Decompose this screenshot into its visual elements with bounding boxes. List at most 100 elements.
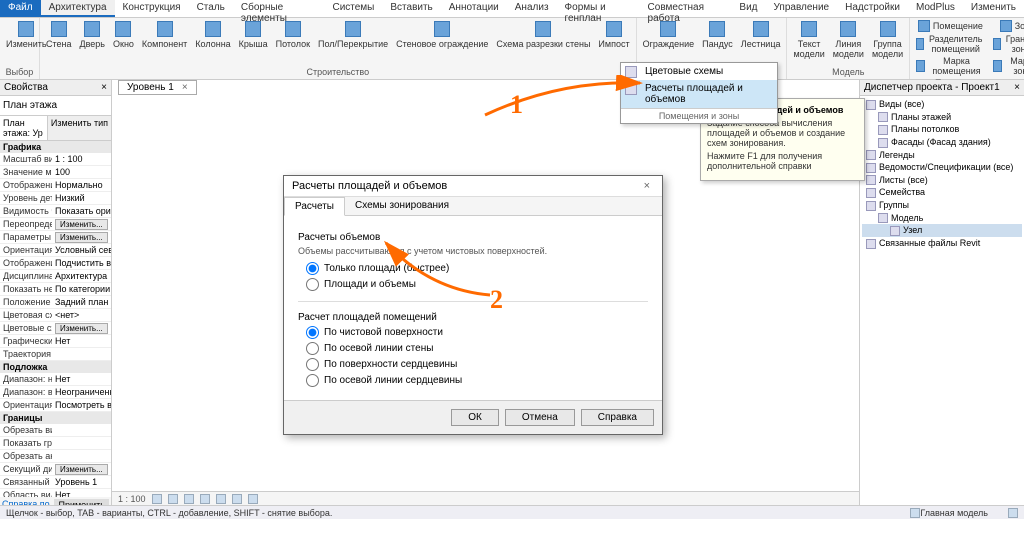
prop-value[interactable]: Условный север xyxy=(52,244,111,256)
prop-row[interactable]: Цветовая схе...<нет> xyxy=(0,309,111,322)
filter-icon[interactable] xyxy=(1008,508,1018,518)
build-btn-4[interactable]: Колонна xyxy=(191,19,234,51)
prop-row[interactable]: Показать гра... xyxy=(0,437,111,450)
tree-item[interactable]: Легенды xyxy=(862,149,1022,162)
instance-selector[interactable]: План этажа: Ур xyxy=(0,116,47,140)
type-selector[interactable]: План этажа xyxy=(0,96,111,116)
prop-row[interactable]: Положение ц...Задний план xyxy=(0,296,111,309)
prop-value[interactable]: Изменить... xyxy=(52,463,111,475)
prop-row[interactable]: Отображени...Нормально xyxy=(0,179,111,192)
prop-row[interactable]: ДисциплинаАрхитектура xyxy=(0,270,111,283)
tab-systems[interactable]: Системы xyxy=(324,0,382,17)
tab-collab[interactable]: Совместная работа xyxy=(640,0,732,17)
edit-type-button[interactable]: Изменить тип xyxy=(47,116,111,140)
prop-value[interactable]: Нет xyxy=(52,489,111,497)
tab-massing[interactable]: Формы и генплан xyxy=(557,0,640,17)
prop-row[interactable]: Масштаб вида1 : 100 xyxy=(0,153,111,166)
prop-row[interactable]: Диапазон: ни...Нет xyxy=(0,373,111,386)
prop-row[interactable]: Цветовые схе...Изменить... xyxy=(0,322,111,335)
tree-item[interactable]: Планы потолков xyxy=(862,123,1022,136)
file-tab[interactable]: Файл xyxy=(0,0,41,17)
model-btn-0[interactable]: Текст модели xyxy=(789,19,828,61)
prop-row[interactable]: Траектория с... xyxy=(0,348,111,361)
detail-level-icon[interactable] xyxy=(152,494,162,504)
prop-value[interactable]: Низкий xyxy=(52,192,111,204)
prop-value[interactable]: 1 : 100 xyxy=(52,153,111,165)
prop-row[interactable]: Связанный у...Уровень 1 xyxy=(0,476,111,489)
dlg-tab-schemes[interactable]: Схемы зонирования xyxy=(345,197,459,215)
tab-manage[interactable]: Управление xyxy=(766,0,838,17)
prop-value[interactable] xyxy=(52,450,111,462)
radio-areas-only[interactable]: Только площади (быстрее) xyxy=(306,262,648,275)
prop-row[interactable]: Секущий диа...Изменить... xyxy=(0,463,111,476)
radio-finish[interactable]: По чистовой поверхности xyxy=(306,326,648,339)
dd-area-volume-calc[interactable]: Расчеты площадей и объемов xyxy=(621,80,777,108)
prop-row[interactable]: Показать нев...По категории xyxy=(0,283,111,296)
prop-row[interactable]: Обрезать анн... xyxy=(0,450,111,463)
tab-precast[interactable]: Сборные элементы xyxy=(233,0,325,17)
room-btn-r-2[interactable]: Марка зоны xyxy=(989,55,1024,77)
tree-item[interactable]: Связанные файлы Revit xyxy=(862,237,1022,250)
build-btn-7[interactable]: Пол/Перекрытие xyxy=(314,19,392,51)
prop-value[interactable]: Нормально xyxy=(52,179,111,191)
close-view-icon[interactable]: × xyxy=(182,82,188,93)
tree-item[interactable]: Узел xyxy=(862,224,1022,237)
tree-item[interactable]: Группы xyxy=(862,199,1022,212)
prop-value[interactable]: Подчистить вс... xyxy=(52,257,111,269)
tree-item[interactable]: Ведомости/Спецификации (все) xyxy=(862,161,1022,174)
room-btn-l-1[interactable]: Разделитель помещений xyxy=(912,33,988,55)
tab-architecture[interactable]: Архитектура xyxy=(41,0,115,17)
prop-row[interactable]: Переопредел...Изменить... xyxy=(0,218,111,231)
build-btn-5[interactable]: Крыша xyxy=(235,19,272,51)
tree-item[interactable]: Листы (все) xyxy=(862,174,1022,187)
build-btn-9[interactable]: Схема разрезки стены xyxy=(492,19,594,51)
circ-btn-1[interactable]: Пандус xyxy=(698,19,737,51)
build-btn-1[interactable]: Дверь xyxy=(76,19,109,51)
tab-view[interactable]: Вид xyxy=(731,0,765,17)
ok-button[interactable]: ОК xyxy=(451,409,499,426)
prop-value[interactable]: Задний план xyxy=(52,296,111,308)
prop-row[interactable]: Область види...Нет xyxy=(0,489,111,497)
tab-insert[interactable]: Вставить xyxy=(382,0,440,17)
prop-row[interactable]: Графический...Нет xyxy=(0,335,111,348)
prop-value[interactable]: Показать ориг… xyxy=(52,205,111,217)
scale-display[interactable]: 1 : 100 xyxy=(118,494,146,504)
tab-steel[interactable]: Сталь xyxy=(189,0,233,17)
tab-modify[interactable]: Изменить xyxy=(963,0,1024,17)
tab-modplus[interactable]: ModPlus xyxy=(908,0,963,17)
tab-addins[interactable]: Надстройки xyxy=(837,0,908,17)
prop-row[interactable]: Отображени...Подчистить вс... xyxy=(0,257,111,270)
prop-value[interactable]: Уровень 1 xyxy=(52,476,111,488)
visual-style-icon[interactable] xyxy=(168,494,178,504)
dlg-tab-calc[interactable]: Расчеты xyxy=(284,197,345,216)
tab-analyze[interactable]: Анализ xyxy=(507,0,557,17)
prop-row[interactable]: Параметры о...Изменить... xyxy=(0,231,111,244)
room-btn-r-1[interactable]: Граница зон… xyxy=(989,33,1024,55)
apply-button[interactable]: Применить xyxy=(54,499,109,505)
prop-value[interactable]: 100 xyxy=(52,166,111,178)
close-icon[interactable]: × xyxy=(101,82,107,93)
dialog-close-button[interactable]: × xyxy=(640,180,654,192)
model-btn-2[interactable]: Группа модели xyxy=(868,19,907,61)
build-btn-8[interactable]: Стеновое ограждение xyxy=(392,19,492,51)
properties-help-link[interactable]: Справка по свойствам xyxy=(2,499,54,505)
tree-item[interactable]: Семейства xyxy=(862,186,1022,199)
room-btn-l-0[interactable]: Помещение xyxy=(912,19,988,33)
prop-row[interactable]: Обрезать вид xyxy=(0,424,111,437)
prop-value[interactable]: По категории xyxy=(52,283,111,295)
circ-btn-2[interactable]: Лестница xyxy=(737,19,785,51)
prop-row[interactable]: ОриентацияУсловный север xyxy=(0,244,111,257)
room-btn-l-2[interactable]: Марка помещения xyxy=(912,55,988,77)
tab-structure[interactable]: Конструкция xyxy=(115,0,189,17)
prop-row[interactable]: Видимость ч...Показать ориг… xyxy=(0,205,111,218)
prop-value[interactable] xyxy=(52,348,111,360)
prop-value[interactable]: Нет xyxy=(52,373,111,385)
dd-color-schemes[interactable]: Цветовые схемы xyxy=(621,63,777,80)
build-btn-10[interactable]: Импост xyxy=(594,19,633,51)
cancel-button[interactable]: Отмена xyxy=(505,409,575,426)
hide-icon[interactable] xyxy=(232,494,242,504)
prop-value[interactable]: Неограниченн... xyxy=(52,386,111,398)
radio-areas-volumes[interactable]: Площади и объемы xyxy=(306,278,648,291)
prop-value[interactable]: Изменить... xyxy=(52,231,111,243)
prop-value[interactable]: Изменить... xyxy=(52,322,111,334)
